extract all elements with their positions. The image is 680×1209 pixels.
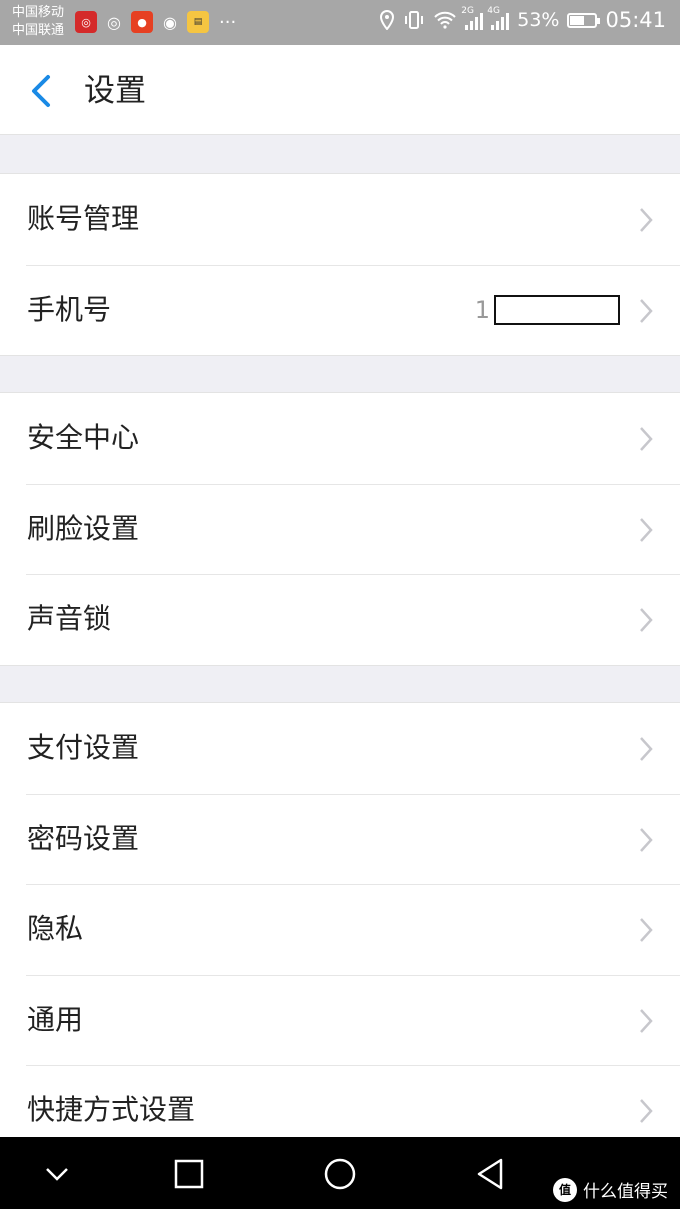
settings-item-voice-lock[interactable]: 声音锁 — [0, 574, 680, 665]
settings-item-label: 账号管理 — [27, 202, 140, 235]
chevron-right-icon — [640, 298, 653, 323]
carrier-info: 中国移动 中国联通 — [12, 4, 64, 40]
chevron-right-icon — [640, 208, 653, 232]
phone-number-prefix: 1 — [474, 295, 490, 324]
watermark: 值 什么值得买 — [553, 1177, 668, 1202]
home-button[interactable] — [323, 1157, 357, 1191]
settings-item-account-management[interactable]: 账号管理 — [0, 174, 680, 265]
status-bar: 中国移动 中国联通 ◎ ◎ ● ◉ ▤ ··· 2G 4G 53% 05:41 — [0, 0, 680, 45]
page-title: 设置 — [84, 73, 146, 109]
back-arrow-icon — [32, 75, 50, 107]
netease-music-icon: ◎ — [75, 11, 97, 33]
system-navigation-bar: 值 什么值得买 — [0, 1137, 680, 1209]
netease-music-outline-icon: ◎ — [107, 12, 121, 32]
signal-2g-label: 2G — [461, 6, 474, 16]
settings-group-security: 安全中心 刷脸设置 声音锁 — [0, 392, 680, 666]
settings-item-label: 手机号 — [27, 292, 112, 326]
phone-number-value: 1 — [475, 265, 620, 355]
settings-item-label: 密码设置 — [27, 821, 140, 855]
shopping-app-icon: ● — [131, 11, 153, 33]
news-app-icon: ▤ — [187, 11, 209, 33]
settings-item-password[interactable]: 密码设置 — [0, 793, 680, 885]
settings-group-account: 账号管理 手机号 1 — [0, 173, 680, 356]
carrier-2: 中国联通 — [12, 23, 65, 38]
settings-item-label: 支付设置 — [27, 731, 140, 764]
location-icon — [379, 10, 395, 30]
settings-item-label: 隐私 — [27, 912, 84, 945]
phone-number-redaction — [494, 294, 620, 325]
battery-percent: 53% — [517, 9, 560, 31]
chevron-right-icon — [640, 918, 653, 942]
wifi-icon — [433, 11, 457, 29]
battery-icon — [567, 12, 601, 28]
hide-nav-chevron-down-icon[interactable] — [40, 1157, 74, 1191]
signal-2g-icon: 2G — [461, 6, 484, 30]
watermark-text: 什么值得买 — [583, 1182, 668, 1202]
navigation-bar: 设置 — [0, 45, 680, 135]
wechat-icon: ◉ — [163, 12, 177, 32]
settings-item-general[interactable]: 通用 — [0, 974, 680, 1066]
carrier-1: 中国移动 — [12, 5, 65, 20]
settings-item-label: 通用 — [27, 1002, 84, 1036]
chevron-right-icon — [640, 827, 653, 852]
notification-icons: ◎ ◎ ● ◉ ▤ ··· — [75, 11, 236, 33]
settings-item-face-id[interactable]: 刷脸设置 — [0, 483, 680, 575]
recent-apps-button[interactable] — [172, 1157, 206, 1191]
chevron-right-icon — [640, 427, 653, 451]
settings-item-label: 刷脸设置 — [27, 511, 140, 545]
signal-4g-icon: 4G — [487, 6, 510, 30]
chevron-right-icon — [640, 517, 653, 542]
status-indicators: 2G 4G 53% 05:41 — [379, 6, 666, 32]
chevron-right-icon — [640, 737, 653, 761]
system-back-button[interactable] — [474, 1157, 508, 1191]
chevron-right-icon — [640, 1008, 653, 1033]
battery-level-fill — [570, 15, 585, 25]
settings-group-general: 支付设置 密码设置 隐私 通用 快捷方式设置 — [0, 702, 680, 1156]
back-button[interactable] — [24, 69, 64, 113]
chevron-right-icon — [640, 1099, 653, 1123]
settings-item-label: 安全中心 — [27, 421, 140, 454]
more-notifications-icon: ··· — [219, 11, 237, 33]
chevron-right-icon — [640, 608, 653, 632]
vibrate-icon — [403, 10, 425, 30]
signal-4g-label: 4G — [487, 6, 500, 16]
clock: 05:41 — [605, 8, 666, 32]
settings-item-privacy[interactable]: 隐私 — [0, 884, 680, 975]
settings-item-phone-number[interactable]: 手机号 1 — [0, 264, 680, 356]
smzdm-logo-icon: 值 — [553, 1177, 577, 1202]
settings-item-label: 声音锁 — [27, 602, 112, 635]
settings-item-security-center[interactable]: 安全中心 — [0, 393, 680, 484]
settings-item-payment[interactable]: 支付设置 — [0, 703, 680, 794]
